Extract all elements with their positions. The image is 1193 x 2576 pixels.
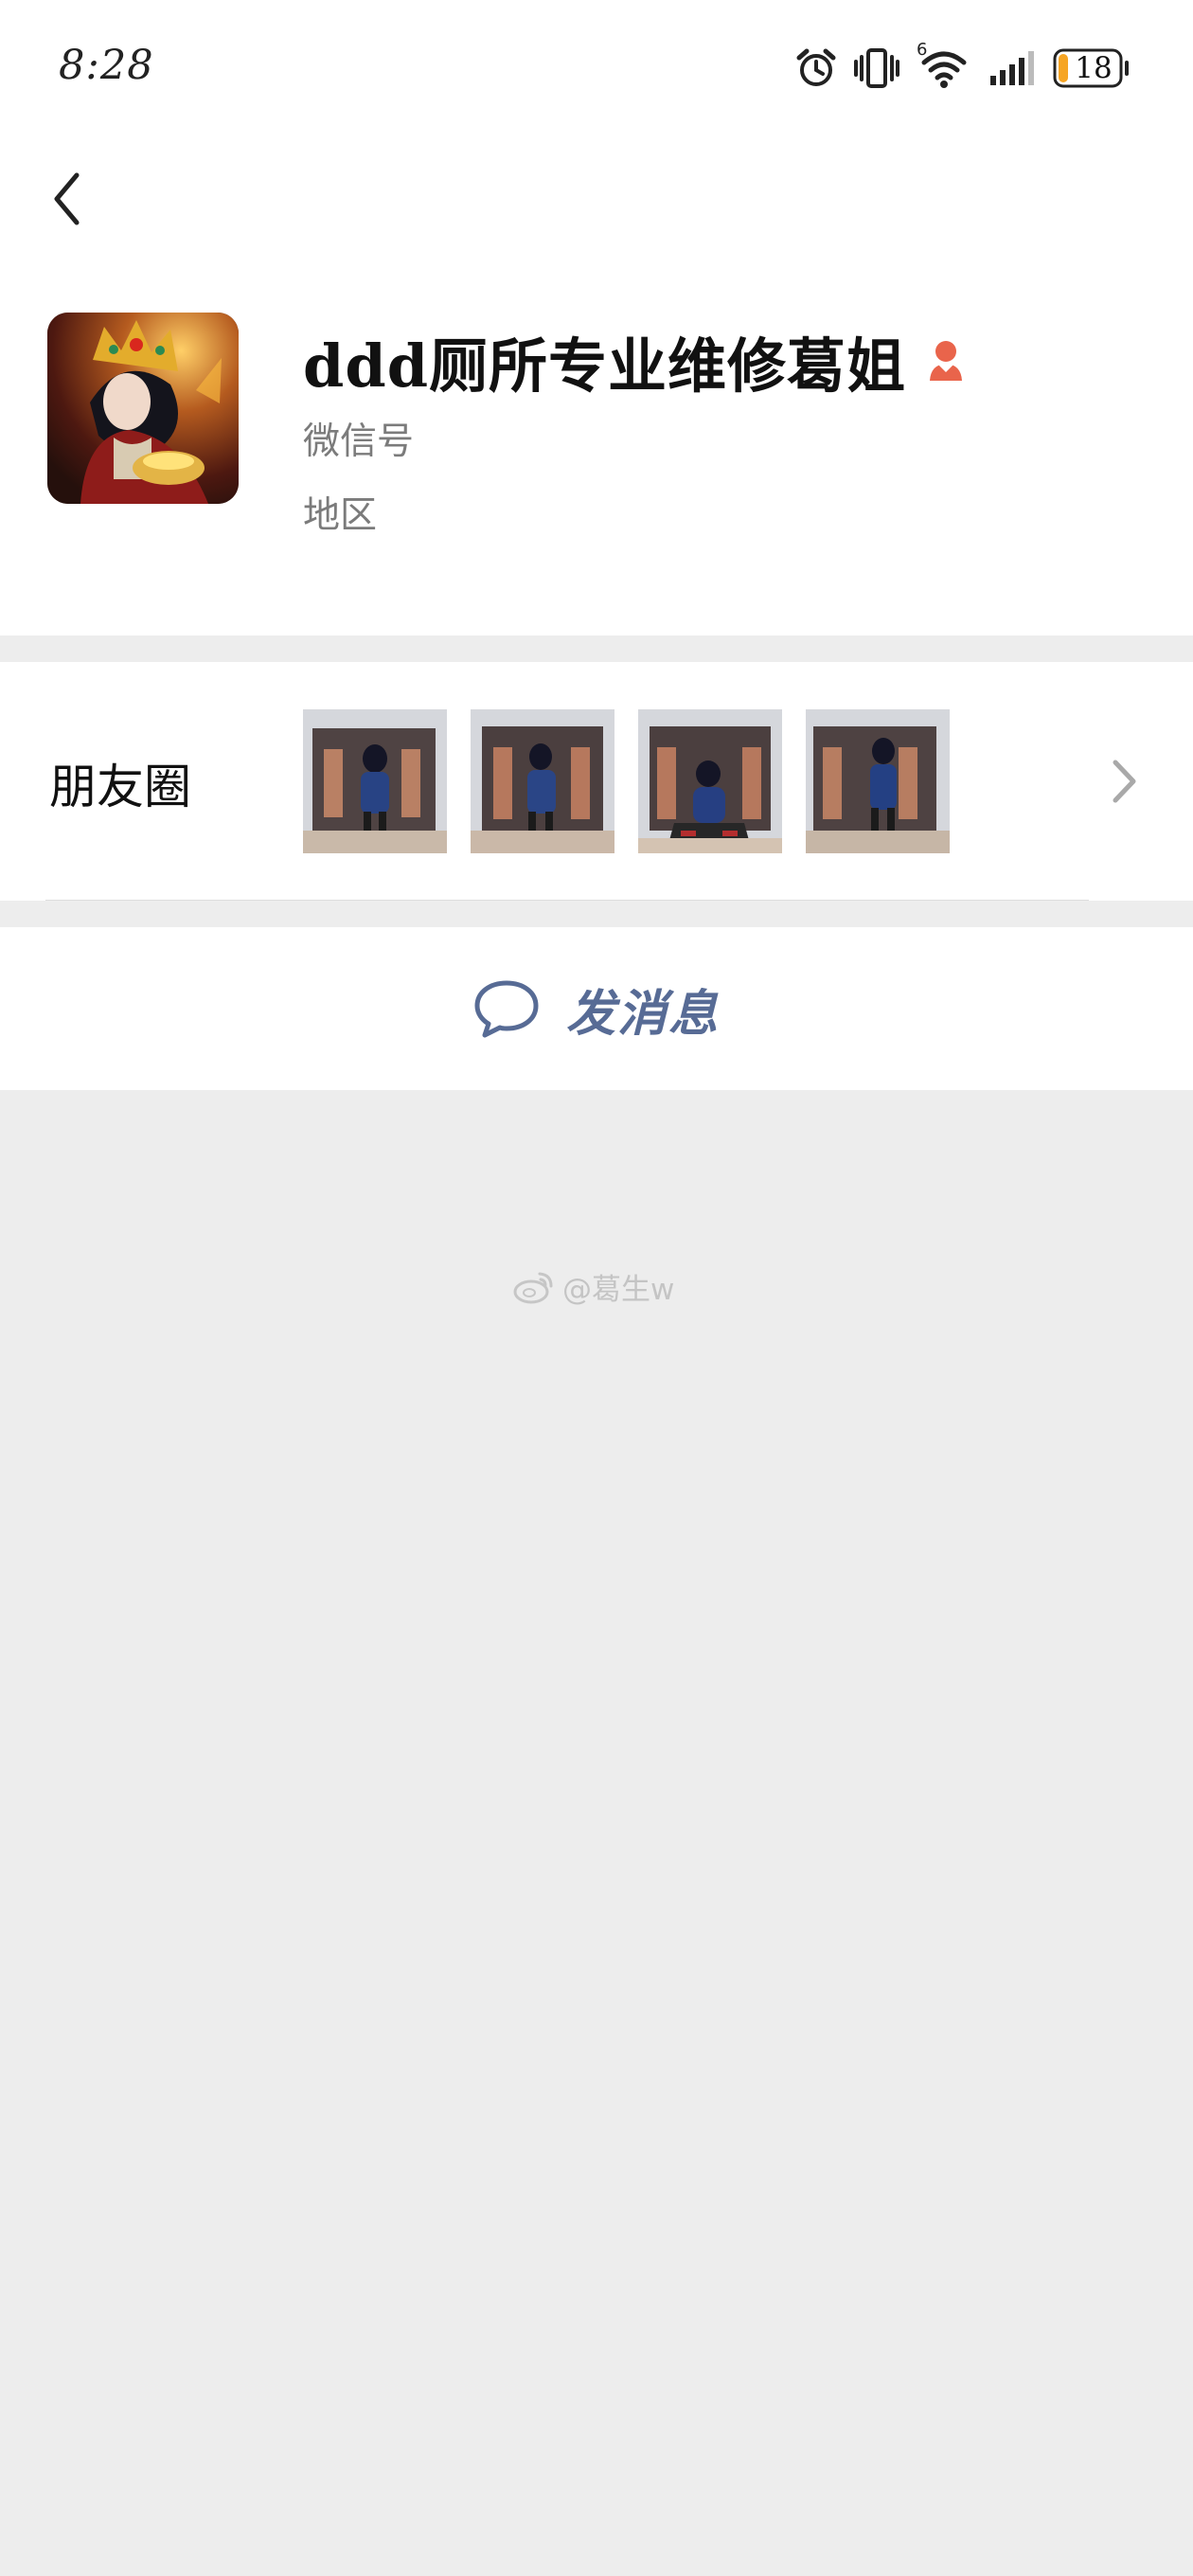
wifi-status: 6 — [917, 40, 971, 89]
chevron-left-icon — [54, 172, 80, 225]
moments-thumbnail — [303, 709, 447, 853]
watermark: @葛生w — [511, 1265, 674, 1308]
weibo-icon — [513, 1272, 553, 1303]
status-bar: 8:28 6 18 — [0, 0, 1193, 137]
chat-bubble-icon — [474, 980, 539, 1038]
moments-label: 朋友圈 — [49, 760, 191, 814]
row-divider — [45, 900, 1089, 901]
alarm-icon — [796, 48, 836, 86]
battery-level: 18 — [1075, 51, 1113, 85]
top-bar — [0, 137, 1193, 260]
avatar[interactable] — [47, 313, 239, 504]
wifi-icon — [921, 51, 967, 88]
watermark-text: @葛生w — [562, 1273, 675, 1307]
back-button[interactable] — [28, 161, 104, 237]
moments-thumbnails — [303, 709, 950, 853]
region-label: 地区 — [303, 494, 378, 537]
send-message-label: 发消息 — [565, 984, 720, 1043]
profile-card: ddd厕所专业维修葛姐 微信号 地区 — [0, 260, 1193, 635]
moments-thumbnail — [471, 709, 614, 853]
chevron-right-icon — [1113, 760, 1136, 803]
status-time: 8:28 — [59, 42, 154, 89]
wechat-id-label: 微信号 — [303, 420, 415, 463]
profile-name: ddd厕所专业维修葛姐 — [303, 331, 907, 401]
moments-thumbnail — [638, 709, 782, 853]
signal-icon — [990, 51, 1034, 85]
contact-profile-screen: 8:28 6 18 ddd厕所专业维修葛姐 微信号 地区 朋友圈 发消息 @葛生… — [0, 0, 1193, 2576]
send-message-button[interactable]: 发消息 — [0, 927, 1193, 1090]
moments-thumbnail — [806, 709, 950, 853]
vibrate-icon — [854, 48, 899, 88]
female-user-icon — [930, 341, 963, 381]
moments-row[interactable]: 朋友圈 — [0, 662, 1193, 901]
battery-icon: 18 — [1053, 48, 1131, 88]
profile-name-row: ddd厕所专业维修葛姐 — [303, 319, 969, 402]
status-icons: 6 18 — [795, 40, 1131, 97]
